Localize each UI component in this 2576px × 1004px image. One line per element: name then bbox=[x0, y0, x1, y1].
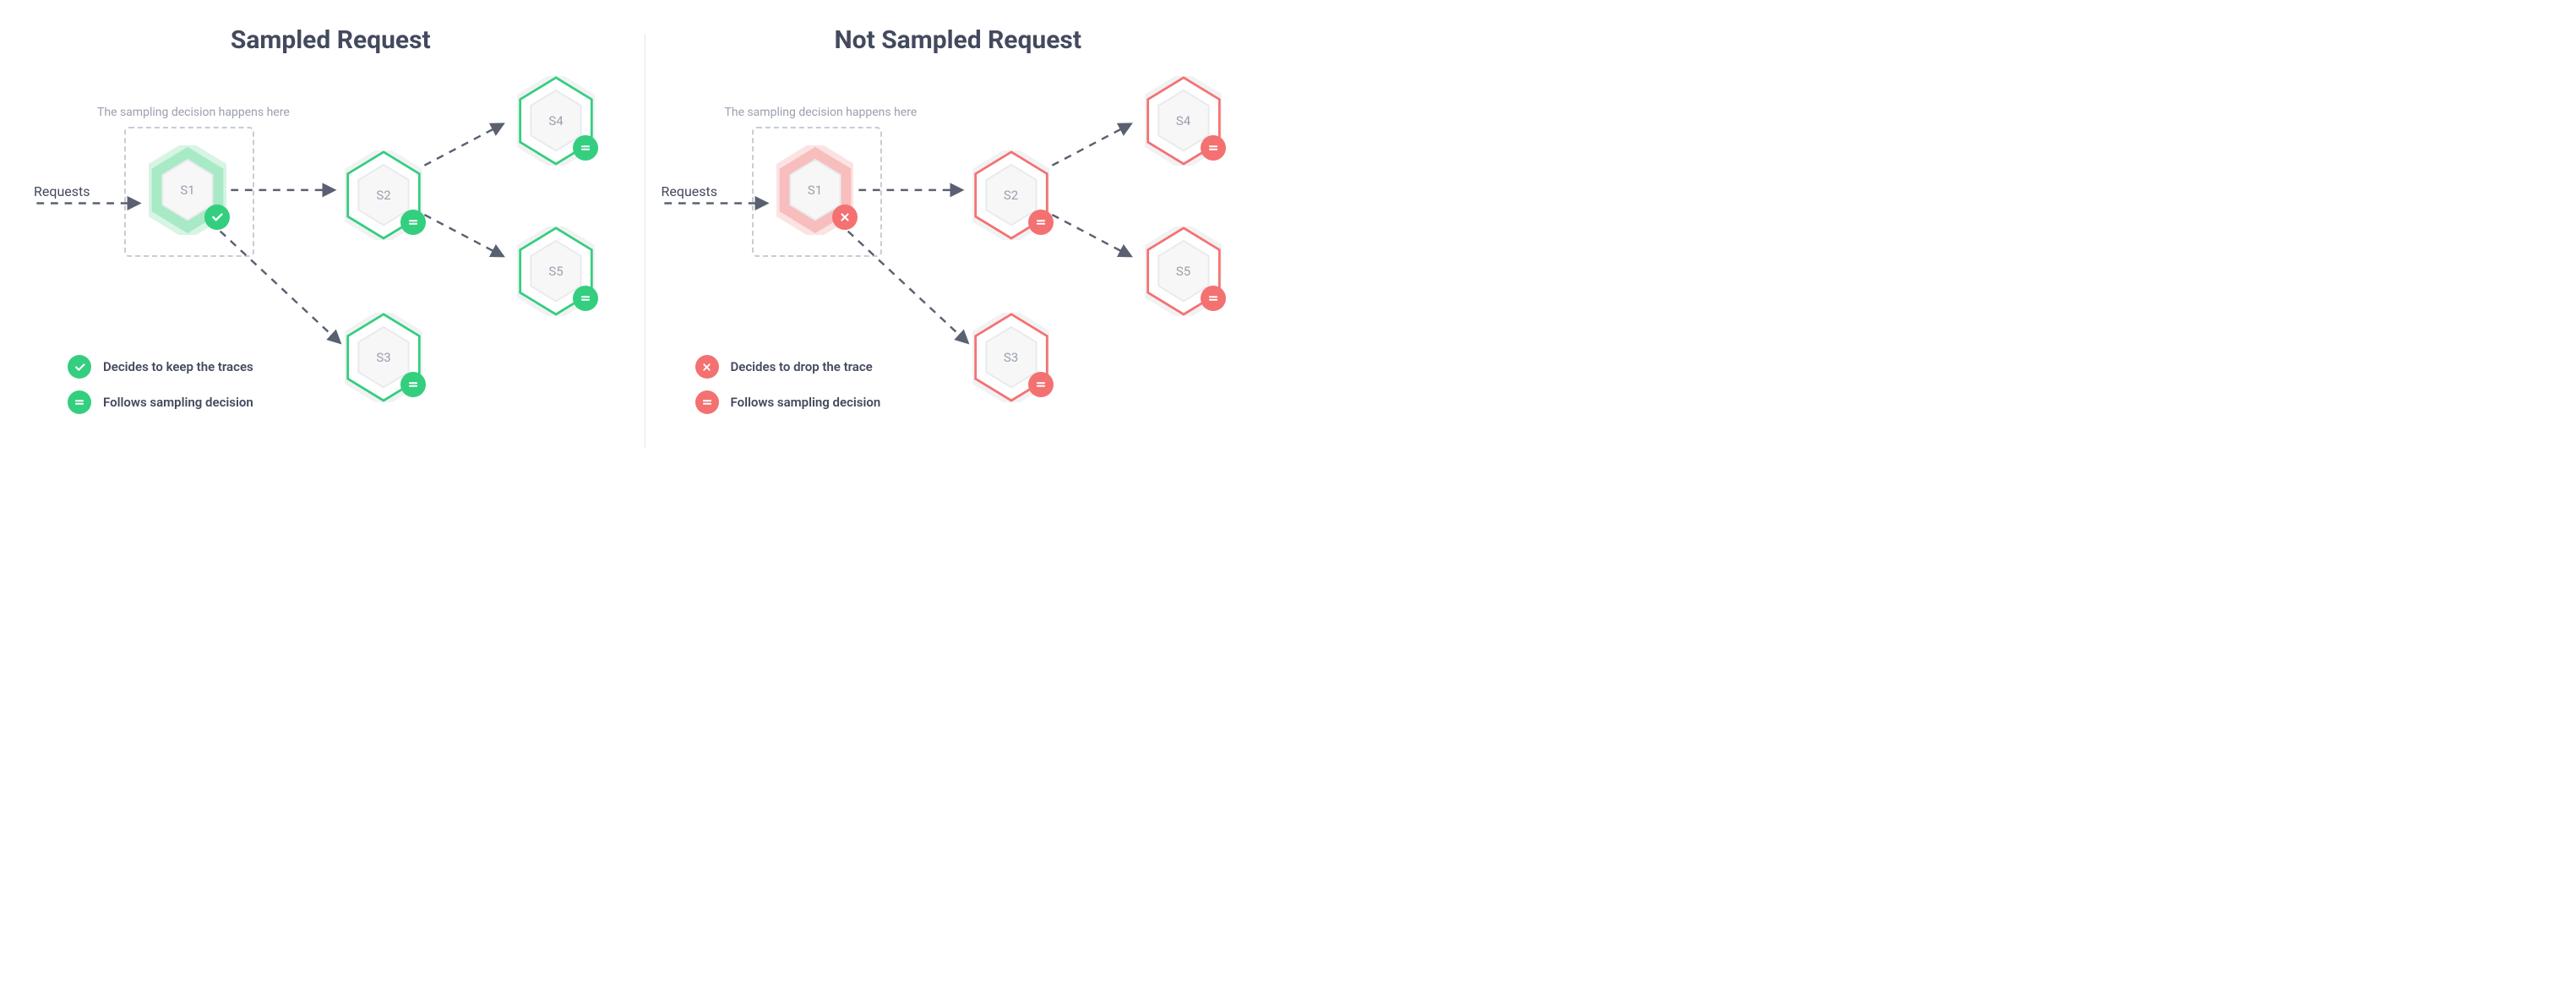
equals-icon bbox=[68, 390, 91, 414]
equals-icon bbox=[573, 135, 598, 161]
node-s2-right: S2 bbox=[972, 150, 1050, 240]
equals-icon bbox=[400, 210, 426, 235]
node-s3-left: S3 bbox=[345, 313, 422, 402]
node-label: S3 bbox=[376, 350, 390, 365]
check-icon bbox=[68, 355, 91, 379]
node-s5-right: S5 bbox=[1145, 226, 1223, 316]
node-s5-left: S5 bbox=[517, 226, 595, 316]
cross-icon bbox=[695, 355, 719, 379]
caption-decision-right: The sampling decision happens here bbox=[725, 106, 918, 119]
node-s1-left: S1 bbox=[149, 145, 226, 235]
equals-icon bbox=[1201, 286, 1226, 311]
legend-decide-right: Decides to drop the trace bbox=[695, 355, 881, 379]
title-not-sampled: Not Sampled Request bbox=[645, 25, 1272, 55]
legend-right: Decides to drop the trace Follows sampli… bbox=[695, 343, 881, 414]
legend-decide-label: Decides to drop the trace bbox=[731, 359, 873, 374]
cross-icon bbox=[832, 205, 858, 230]
equals-icon bbox=[400, 372, 426, 397]
node-label: S5 bbox=[1176, 264, 1190, 279]
node-label: S2 bbox=[1004, 188, 1018, 203]
check-icon bbox=[204, 205, 230, 230]
node-s3-right: S3 bbox=[972, 313, 1050, 402]
panel-sampled: Sampled Request The sampling decision ha… bbox=[17, 25, 645, 448]
node-s4-right: S4 bbox=[1145, 76, 1223, 166]
legend-left: Decides to keep the traces Follows sampl… bbox=[68, 343, 253, 414]
equals-icon bbox=[1028, 210, 1054, 235]
legend-follow-right: Follows sampling decision bbox=[695, 390, 881, 414]
node-s2-left: S2 bbox=[345, 150, 422, 240]
title-sampled: Sampled Request bbox=[17, 25, 645, 55]
node-label: S1 bbox=[180, 183, 194, 198]
node-label: S1 bbox=[808, 183, 822, 198]
legend-decide-label: Decides to keep the traces bbox=[103, 359, 253, 374]
requests-label-right: Requests bbox=[662, 183, 718, 199]
node-s1-right: S1 bbox=[776, 145, 854, 235]
legend-follow-label: Follows sampling decision bbox=[103, 395, 253, 410]
legend-decide-left: Decides to keep the traces bbox=[68, 355, 253, 379]
node-label: S4 bbox=[1176, 113, 1190, 128]
caption-decision-left: The sampling decision happens here bbox=[97, 106, 290, 119]
node-label: S2 bbox=[376, 188, 390, 203]
node-s4-left: S4 bbox=[517, 76, 595, 166]
equals-icon bbox=[1028, 372, 1054, 397]
panel-not-sampled: Not Sampled Request The sampling decisio… bbox=[645, 25, 1272, 448]
node-label: S3 bbox=[1004, 350, 1018, 365]
legend-follow-left: Follows sampling decision bbox=[68, 390, 253, 414]
node-label: S5 bbox=[548, 264, 563, 279]
equals-icon bbox=[573, 286, 598, 311]
legend-follow-label: Follows sampling decision bbox=[731, 395, 881, 410]
equals-icon bbox=[1201, 135, 1226, 161]
equals-icon bbox=[695, 390, 719, 414]
requests-label-left: Requests bbox=[34, 183, 90, 199]
node-label: S4 bbox=[548, 113, 563, 128]
